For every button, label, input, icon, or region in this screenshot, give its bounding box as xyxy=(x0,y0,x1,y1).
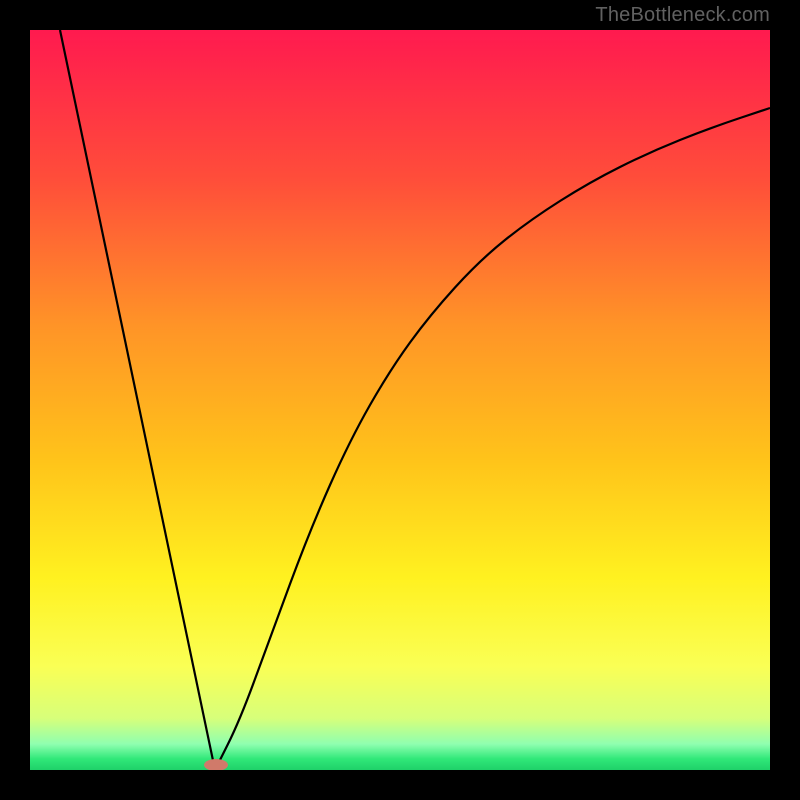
gradient-background xyxy=(30,30,770,770)
chart-frame xyxy=(30,30,770,770)
watermark-text: TheBottleneck.com xyxy=(595,4,770,27)
chart-svg xyxy=(30,30,770,770)
